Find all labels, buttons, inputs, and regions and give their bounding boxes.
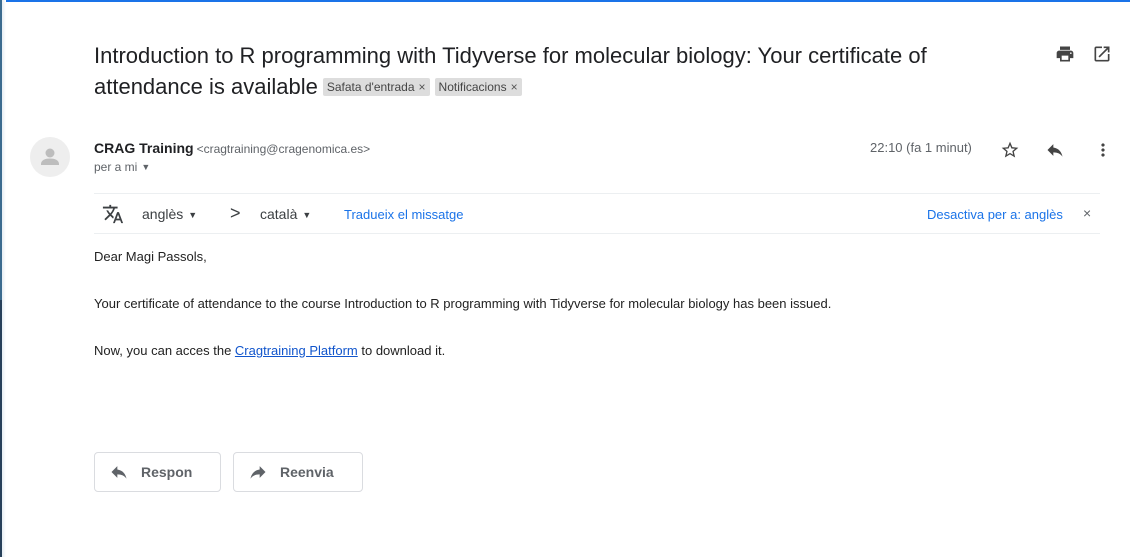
person-icon [41,148,59,165]
paragraph-text: to download it. [357,343,446,358]
caret-down-icon: ▼ [188,210,198,220]
reply-icon [109,462,129,482]
source-language: anglès [142,206,184,222]
remove-label-icon[interactable]: × [419,80,426,94]
cragtraining-platform-link[interactable]: Cragtraining Platform [235,343,358,358]
print-all-button[interactable] [1053,42,1077,66]
divider [94,233,1100,234]
target-language: català [260,206,298,222]
email-paragraph: Your certificate of attendance to the co… [94,296,832,311]
star-button[interactable] [998,138,1022,162]
email-subject: Introduction to R programming with Tidyv… [94,40,974,102]
forward-action-button[interactable]: Reenvia [233,452,363,492]
caret-down-icon: ▼ [141,162,151,172]
translate-icon [102,203,124,230]
divider [94,193,1100,194]
remove-label-icon[interactable]: × [511,80,518,94]
reply-label: Respon [141,464,193,480]
more-vert-icon [1101,143,1105,157]
window-top-border [0,0,1130,2]
close-translate-bar-icon[interactable]: × [1083,205,1091,221]
open-in-new-window-icon [1094,46,1110,62]
sender-name[interactable]: CRAG Training [94,140,194,156]
translate-message-link[interactable]: Tradueix el missatge [344,207,463,222]
paragraph-text: Now, you can acces the [94,343,235,358]
recipient-text: per a mi [94,160,138,174]
sender-line: CRAG Training <cragtraining@cragenomica.e… [94,139,370,158]
chevron-right-icon: > [230,203,241,223]
sender-email: <cragtraining@cragenomica.es> [196,142,371,156]
reply-button[interactable] [1043,138,1067,162]
printer-icon [1056,46,1074,62]
window-left-border [0,0,6,557]
source-language-select[interactable]: anglès ▼ [142,206,197,222]
label-chip-notifications[interactable]: Notificacions × [434,78,522,96]
email-paragraph: Now, you can acces the Cragtraining Plat… [94,343,445,358]
forward-icon [248,462,268,482]
recipient-details-toggle[interactable]: per a mi ▼ [94,160,150,174]
forward-label: Reenvia [280,464,334,480]
label-chip-inbox[interactable]: Safata d'entrada × [322,78,430,96]
sender-avatar[interactable] [30,137,70,177]
label-chip-text: Notificacions [438,80,507,94]
caret-down-icon: ▼ [302,210,312,220]
disable-translation-link[interactable]: Desactiva per a: anglès [927,207,1063,222]
label-chip-text: Safata d'entrada [326,80,415,94]
email-greeting: Dear Magi Passols, [94,249,207,264]
reply-icon [1047,144,1063,157]
email-timestamp: 22:10 (fa 1 minut) [870,140,972,155]
star-icon [1001,141,1019,158]
open-new-window-button[interactable] [1090,42,1114,66]
more-options-button[interactable] [1091,138,1115,162]
reply-action-button[interactable]: Respon [94,452,221,492]
target-language-select[interactable]: català ▼ [260,206,311,222]
